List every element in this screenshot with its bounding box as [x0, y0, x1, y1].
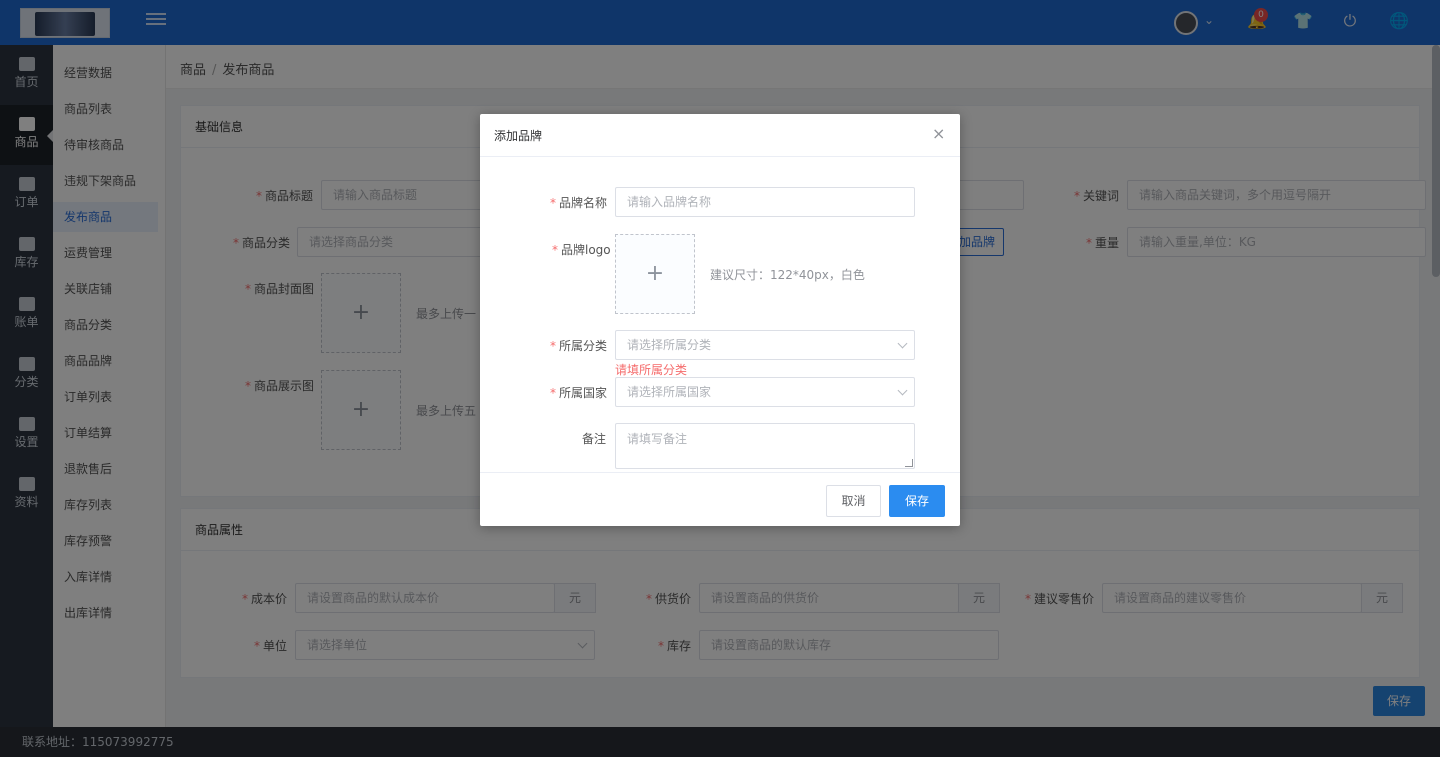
country-label: * 所属国家	[550, 386, 608, 400]
dialog-footer: 取消 保存	[480, 472, 960, 526]
chevron-down-icon	[897, 385, 908, 396]
save-button[interactable]: 保存	[889, 485, 945, 517]
brand-logo-label: * 品牌logo	[552, 243, 611, 257]
add-brand-dialog: 添加品牌 × * 品牌名称 请输入品牌名称 * 品牌logo + 建议尺寸：122*…	[480, 114, 960, 526]
brand-name-input[interactable]: 请输入品牌名称	[615, 187, 915, 217]
plus-icon: +	[645, 261, 665, 286]
dialog-title: 添加品牌	[494, 129, 543, 143]
country-select[interactable]: 请选择所属国家	[615, 377, 915, 407]
chevron-down-icon	[897, 338, 908, 349]
logo-uploader[interactable]: +	[615, 234, 695, 314]
cancel-button[interactable]: 取消	[826, 485, 881, 517]
remark-label: 备注	[582, 432, 607, 446]
brand-category-label: * 所属分类	[550, 339, 608, 353]
category-error-message: 请填所属分类	[615, 363, 688, 377]
brand-category-select[interactable]: 请选择所属分类	[615, 330, 915, 360]
brand-name-label: * 品牌名称	[550, 196, 608, 210]
remark-textarea[interactable]: 请填写备注	[615, 423, 915, 469]
dialog-body: * 品牌名称 请输入品牌名称 * 品牌logo + 建议尺寸：122*40px，白色…	[480, 157, 960, 472]
close-icon[interactable]: ×	[932, 126, 945, 142]
logo-hint: 建议尺寸：122*40px，白色	[710, 268, 865, 282]
dialog-header: 添加品牌 ×	[480, 114, 960, 157]
resize-handle-icon[interactable]	[905, 459, 913, 467]
